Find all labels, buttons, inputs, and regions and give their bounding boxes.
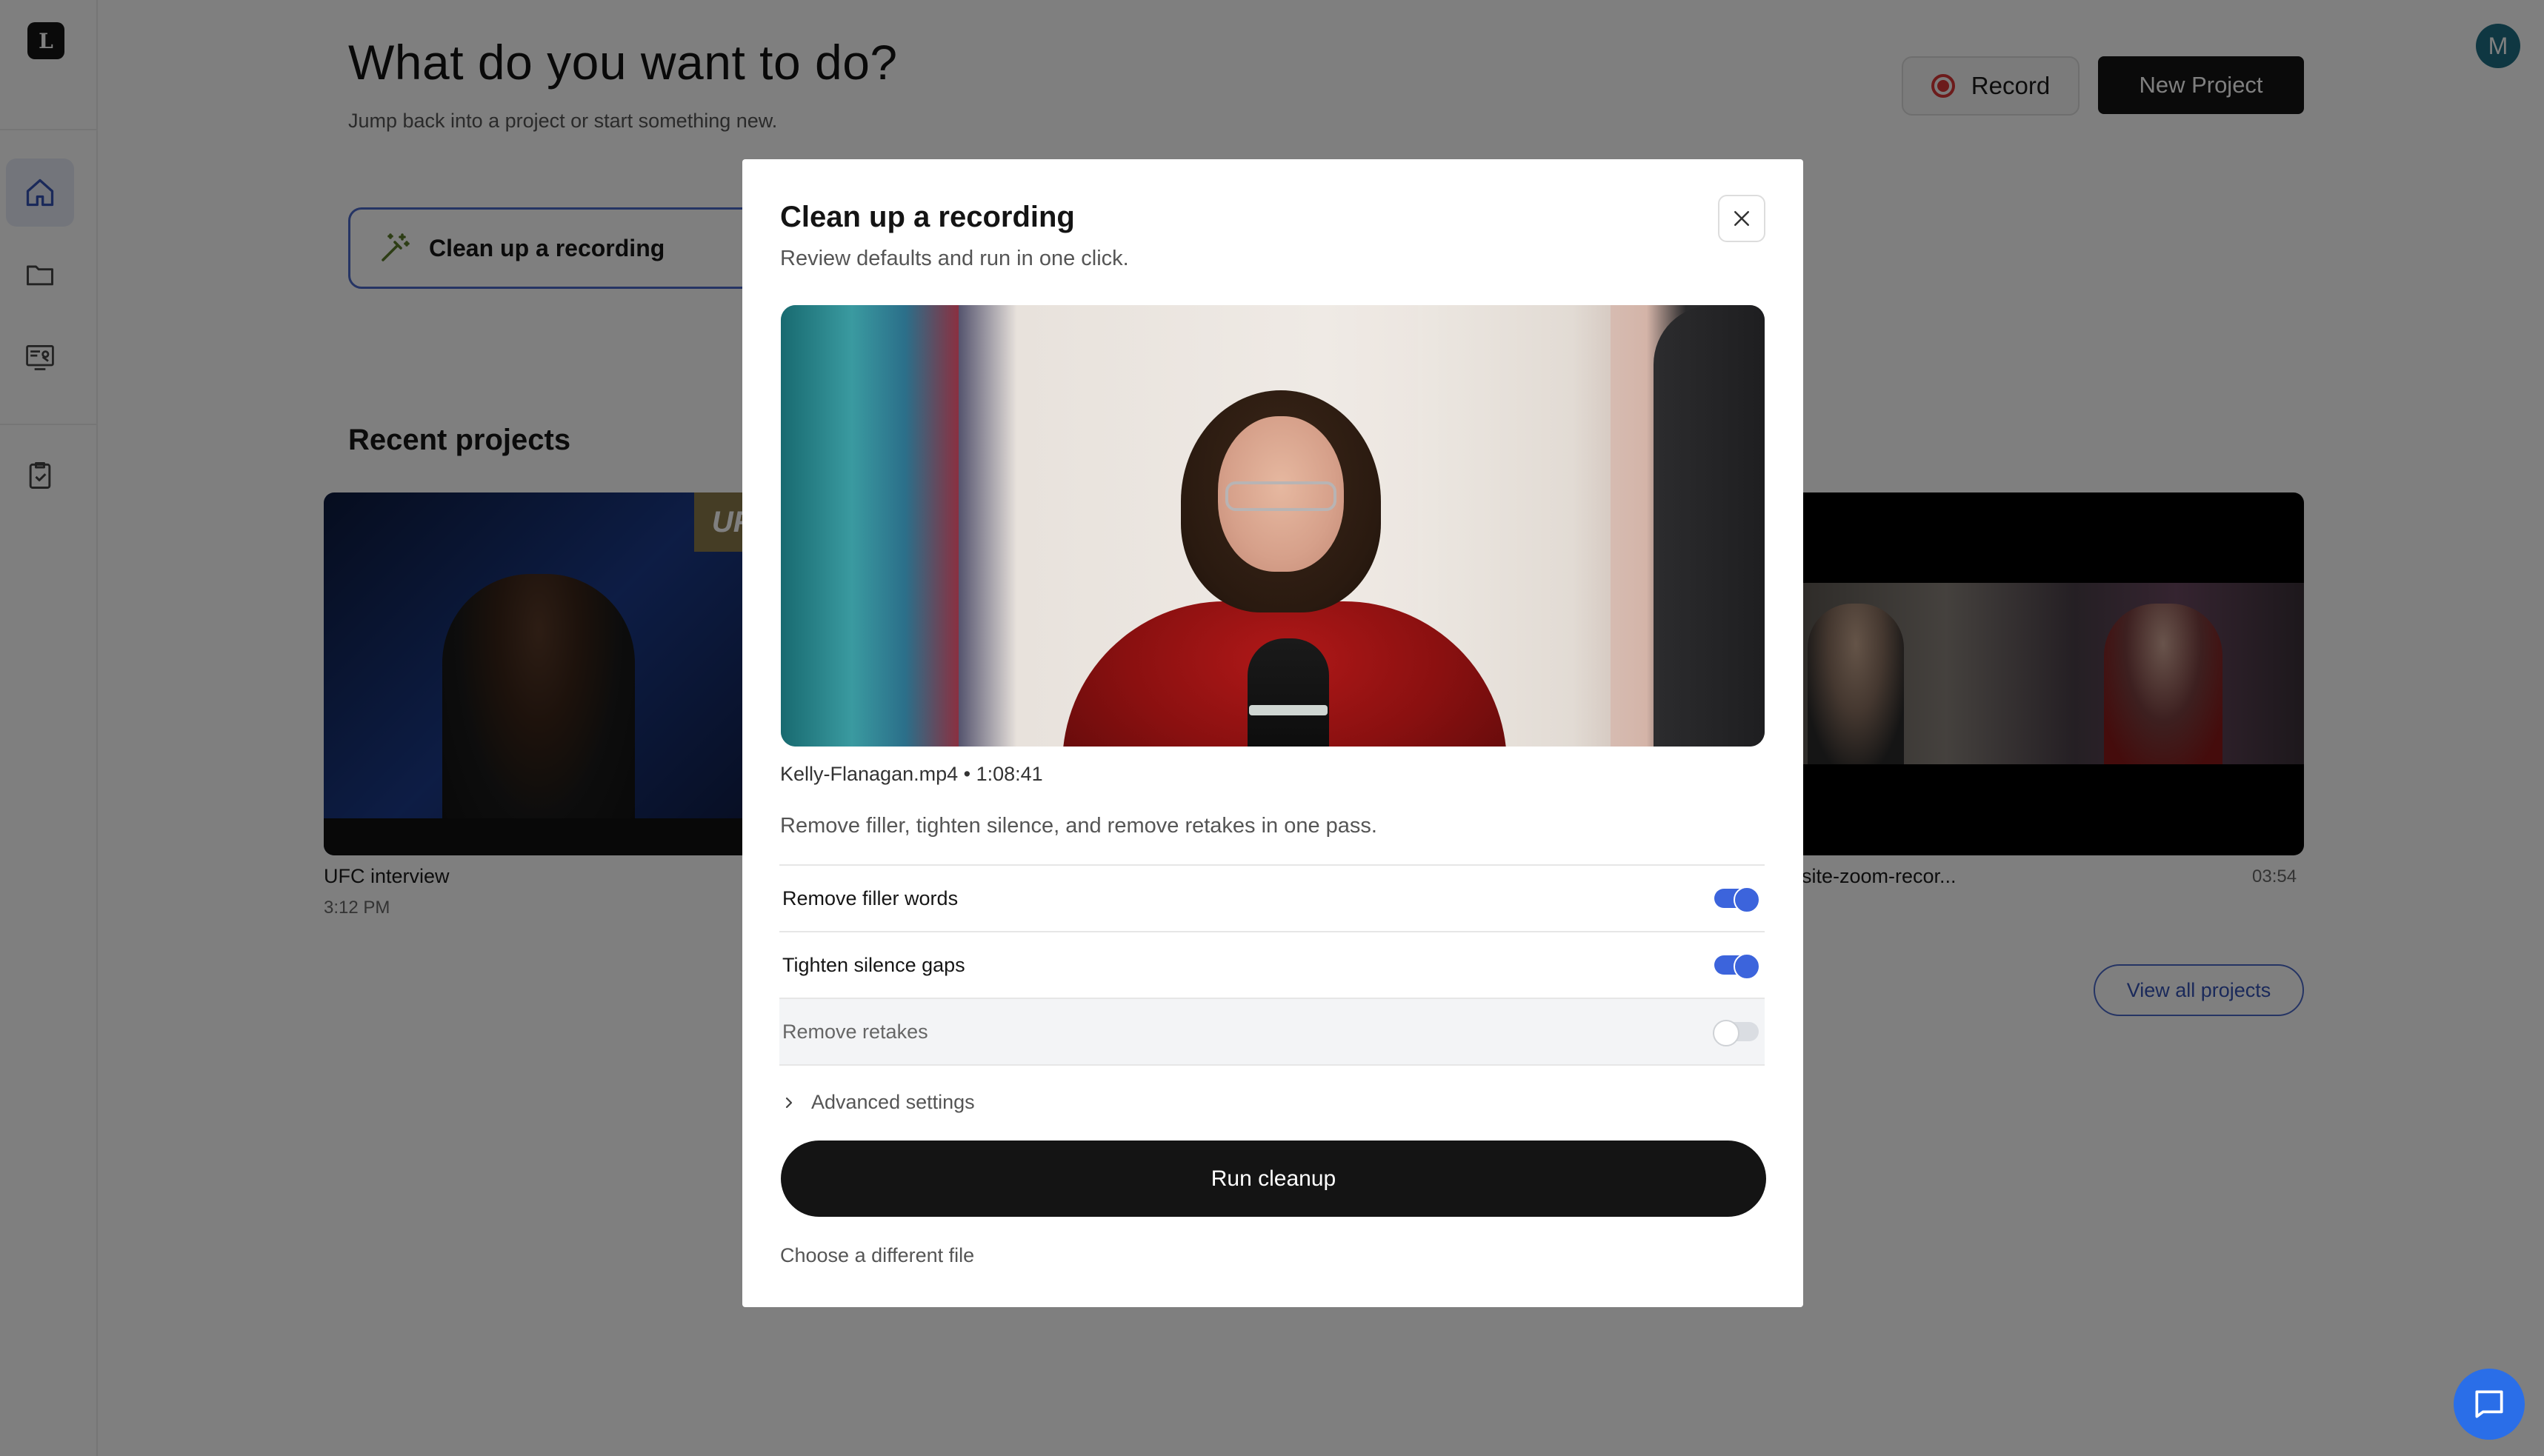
- dialog-description: Remove filler, tighten silence, and remo…: [780, 814, 1377, 838]
- option-row-remove-filler[interactable]: Remove filler words: [779, 864, 1765, 931]
- preview-microphone: [1248, 638, 1329, 747]
- preview-microphone-ring: [1249, 705, 1328, 715]
- option-row-tighten-silence[interactable]: Tighten silence gaps: [779, 931, 1765, 998]
- chevron-right-icon: [785, 1097, 793, 1108]
- tighten-silence-toggle[interactable]: [1714, 953, 1760, 980]
- chat-icon: [2475, 1390, 2503, 1418]
- file-meta: Kelly-Flanagan.mp4 • 1:08:41: [780, 763, 1043, 785]
- run-cleanup-button[interactable]: Run cleanup: [781, 1141, 1766, 1217]
- close-button[interactable]: [1718, 195, 1765, 242]
- preview-background: [1654, 305, 1765, 747]
- option-label: Tighten silence gaps: [782, 953, 965, 976]
- option-label: Remove filler words: [782, 886, 959, 909]
- options-divider: [779, 1064, 1765, 1066]
- remove-retakes-toggle[interactable]: [1713, 1020, 1759, 1046]
- remove-filler-toggle[interactable]: [1714, 886, 1760, 913]
- dialog-title: Clean up a recording: [780, 201, 1075, 233]
- video-preview: [781, 305, 1765, 747]
- cleanup-dialog: Clean up a recording Review defaults and…: [742, 159, 1803, 1307]
- close-icon: [1734, 211, 1749, 226]
- option-row-remove-retakes[interactable]: Remove retakes: [779, 998, 1765, 1064]
- preview-person-glasses: [1225, 481, 1336, 511]
- preview-background: [781, 305, 959, 747]
- dialog-subtitle: Review defaults and run in one click.: [780, 247, 1129, 270]
- advanced-settings-toggle[interactable]: Advanced settings: [780, 1091, 975, 1114]
- option-label: Remove retakes: [782, 1020, 928, 1043]
- choose-different-file-link[interactable]: Choose a different file: [780, 1244, 974, 1267]
- advanced-settings-label: Advanced settings: [811, 1091, 975, 1113]
- support-chat-button[interactable]: [2454, 1369, 2525, 1440]
